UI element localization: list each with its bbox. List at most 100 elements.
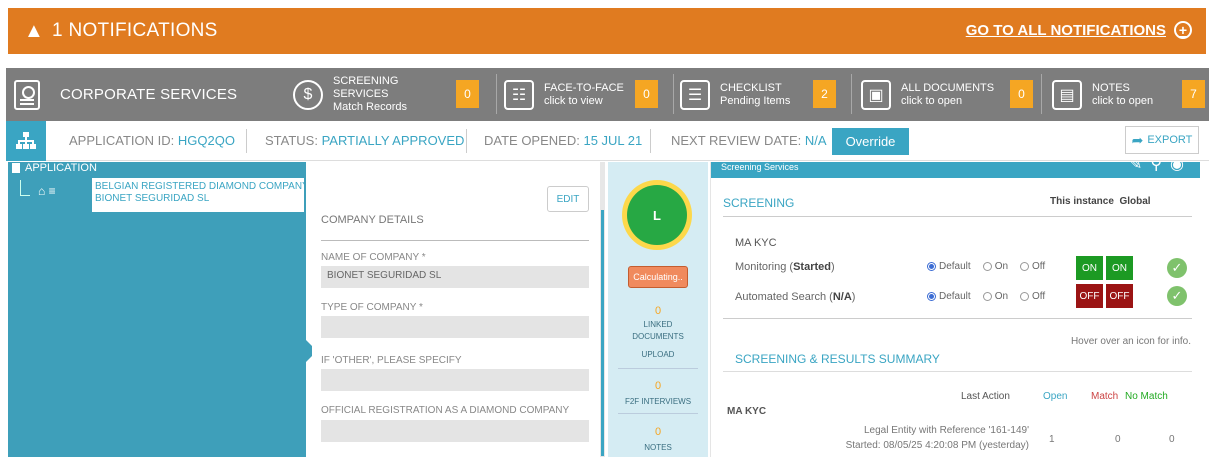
date-opened: DATE OPENED: 15 JUL 21 — [484, 133, 642, 148]
company-name-label: NAME OF COMPANY * — [321, 252, 426, 263]
col-last-action: Last Action — [961, 391, 1010, 402]
checklist-icon[interactable]: ☰ — [680, 79, 710, 110]
summary-open-count[interactable]: 1 — [1049, 434, 1055, 445]
tree-header: APPLICATION — [12, 162, 97, 174]
tile-face-to-face[interactable]: ☷ FACE-TO-FACE click to view 0 — [504, 68, 674, 121]
kyc-label: MA KYC — [735, 237, 777, 249]
tile-notes[interactable]: ▤ NOTES click to open 7 — [1052, 68, 1209, 121]
face-to-face-count-badge[interactable]: 0 — [635, 80, 658, 108]
registration-field[interactable] — [321, 420, 589, 442]
notes-count-badge[interactable]: 7 — [1182, 80, 1205, 108]
company-name-field[interactable]: BIONET SEGURIDAD SL — [321, 266, 589, 288]
other-specify-label: IF 'OTHER', PLEASE SPECIFY — [321, 355, 462, 366]
tile-screening-services[interactable]: $ SCREENING SERVICES Match Records 0 — [293, 68, 483, 121]
next-review-date: NEXT REVIEW DATE: N/A — [671, 133, 827, 148]
notification-bar: ▲ 1 NOTIFICATIONS GO TO ALL NOTIFICATION… — [0, 0, 1209, 66]
documents-icon[interactable]: ▣ — [861, 79, 891, 110]
org-chart-button[interactable] — [6, 121, 46, 161]
radio-default[interactable] — [927, 262, 936, 271]
linked-label: LINKED — [643, 320, 673, 329]
monitoring-row: Monitoring (Started) — [735, 261, 835, 273]
documents-label: DOCUMENTS — [632, 332, 684, 341]
edit-icon[interactable]: ✎ — [1129, 162, 1150, 173]
tile-title: SCREENING SERVICES — [333, 75, 399, 100]
automated-global-toggle[interactable]: OFF — [1106, 284, 1133, 308]
tree-node-line1[interactable]: BELGIAN REGISTERED DIAMOND COMPANY — [95, 181, 304, 193]
monitoring-radio-group[interactable]: Default On Off — [927, 261, 1045, 272]
radio-default[interactable] — [927, 292, 936, 301]
go-to-all-notifications-label[interactable]: GO TO ALL NOTIFICATIONS — [966, 22, 1166, 39]
corporate-services-icon — [14, 79, 40, 110]
checklist-count-badge[interactable]: 2 — [813, 80, 836, 108]
tile-subtitle: Pending Items — [720, 94, 791, 107]
summary-match-count[interactable]: 0 — [1115, 434, 1121, 445]
radio-off[interactable] — [1020, 292, 1030, 301]
notification-banner: ▲ 1 NOTIFICATIONS GO TO ALL NOTIFICATION… — [8, 8, 1206, 54]
automated-instance-toggle[interactable]: OFF — [1076, 284, 1103, 308]
status-label: STATUS: — [265, 133, 318, 148]
face-to-face-icon[interactable]: ☷ — [504, 79, 534, 110]
warning-icon: ▲ — [24, 20, 44, 42]
automated-status: N/A — [832, 291, 852, 303]
screening-title: SCREENING — [723, 196, 795, 210]
documents-count-badge[interactable]: 0 — [1010, 80, 1033, 108]
org-chart-icon[interactable] — [16, 132, 36, 150]
application-id-label: APPLICATION ID: — [69, 133, 175, 148]
monitoring-status: Started — [793, 261, 831, 273]
corporate-services: CORPORATE SERVICES — [6, 68, 291, 121]
radio-off[interactable] — [1020, 262, 1030, 271]
tree-node-selected[interactable]: BELGIAN REGISTERED DIAMOND COMPANY BIONE… — [92, 178, 304, 212]
plus-circle-icon[interactable]: + — [1174, 21, 1192, 39]
export-icon[interactable]: ➦ — [1132, 132, 1144, 149]
export-label[interactable]: EXPORT — [1147, 134, 1192, 146]
home-icon[interactable]: ⌂ ≡ — [38, 184, 56, 198]
go-to-all-notifications-link[interactable]: GO TO ALL NOTIFICATIONS + — [966, 21, 1192, 39]
tree-connector — [20, 180, 30, 196]
override-button[interactable]: Override — [832, 128, 909, 155]
notes-icon[interactable]: ▤ — [1052, 79, 1082, 110]
services-bar: CORPORATE SERVICES $ SCREENING SERVICES M… — [6, 68, 1209, 121]
summary-nomatch-count[interactable]: 0 — [1169, 434, 1175, 445]
application-status: STATUS: PARTIALLY APPROVED — [265, 133, 464, 148]
f2f-interviews-count: 0 — [654, 380, 662, 392]
application-tree: APPLICATION ⌂ ≡ BELGIAN REGISTERED DIAMO… — [8, 162, 317, 457]
tile-subtitle: click to open — [901, 94, 963, 107]
radio-on[interactable] — [982, 262, 992, 271]
summary-column: L Calculating.. 0 LINKED DOCUMENTS UPLOA… — [608, 162, 708, 457]
tile-all-documents[interactable]: ▣ ALL DOCUMENTS click to open 0 — [861, 68, 1041, 121]
corporate-services-label: CORPORATE SERVICES — [60, 86, 238, 103]
tree-header-label: APPLICATION — [25, 162, 97, 174]
radio-on[interactable] — [982, 292, 992, 301]
company-type-field[interactable] — [321, 316, 589, 338]
edit-button[interactable]: EDIT — [547, 186, 589, 212]
company-type-label: TYPE OF COMPANY * — [321, 302, 423, 313]
application-id: APPLICATION ID: HGQ2QO — [69, 133, 235, 148]
application-id-value: HGQ2QO — [177, 133, 235, 148]
other-specify-field[interactable] — [321, 369, 589, 391]
scrollbar[interactable] — [600, 162, 605, 457]
f2f-interviews-label[interactable]: F2F INTERVIEWS — [608, 396, 708, 407]
notes-label[interactable]: NOTES — [608, 442, 708, 453]
tile-title: ALL DOCUMENTS — [901, 81, 995, 94]
automated-radio-group[interactable]: Default On Off — [927, 291, 1045, 302]
col-match: Match — [1091, 391, 1119, 402]
monitoring-instance-toggle[interactable]: ON — [1076, 256, 1103, 280]
linked-documents-count: 0 — [654, 305, 662, 317]
screening-panel: Screening Services ✎⚲◉ SCREENING This in… — [710, 162, 1200, 457]
tree-node-line2[interactable]: BIONET SEGURIDAD SL — [95, 193, 304, 205]
search-icon[interactable]: ⚲ — [1150, 162, 1170, 173]
screening-count-badge[interactable]: 0 — [456, 80, 479, 108]
tile-subtitle: Match Records — [333, 101, 407, 113]
tile-checklist[interactable]: ☰ CHECKLIST Pending Items 2 — [680, 68, 850, 121]
summary-row-reference: Legal Entity with Reference '161-149' — [863, 425, 1029, 436]
status-value: PARTIALLY APPROVED — [321, 133, 465, 148]
screening-icon[interactable]: $ — [293, 79, 323, 110]
risk-score-circle: L — [622, 180, 692, 250]
notes-count: 0 — [654, 426, 662, 438]
export-button[interactable]: ➦ EXPORT — [1125, 126, 1199, 154]
eye-icon[interactable]: ◉ — [1170, 162, 1192, 173]
monitoring-global-toggle[interactable]: ON — [1106, 256, 1133, 280]
upload-link[interactable]: UPLOAD — [608, 349, 708, 360]
check-icon: ✓ — [1167, 286, 1187, 306]
next-review-label: NEXT REVIEW DATE: — [671, 133, 802, 148]
